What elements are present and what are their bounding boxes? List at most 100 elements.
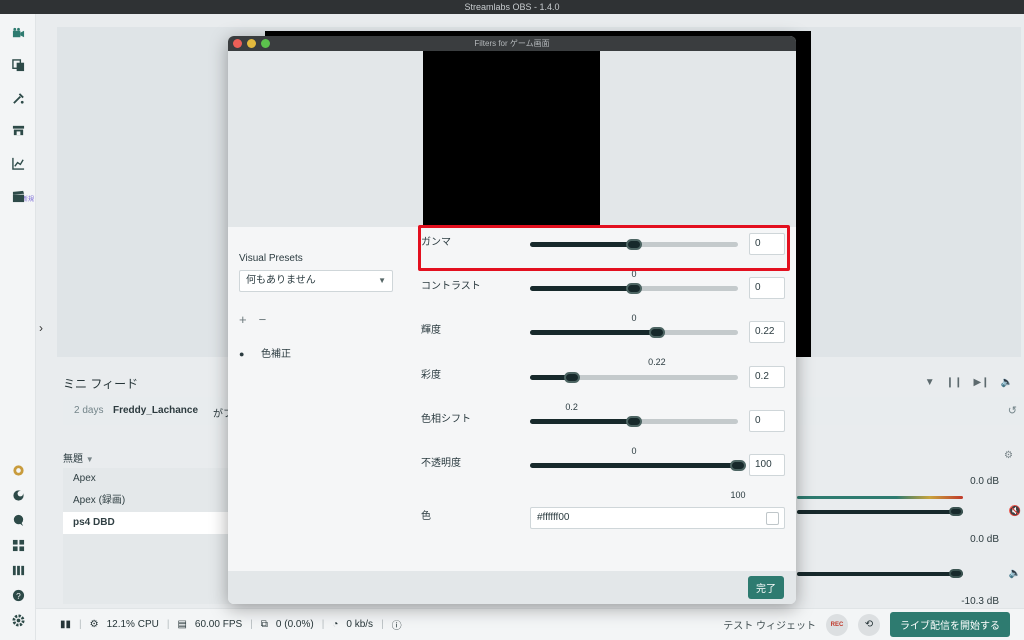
- maximize-dot-icon[interactable]: [261, 39, 270, 48]
- status-actions: テスト ウィジェット REC ⟲ ライブ配信を開始する: [723, 612, 1010, 637]
- chevron-down-icon: ▼: [378, 276, 386, 285]
- minimize-dot-icon[interactable]: [247, 39, 256, 48]
- mixer-slider[interactable]: [797, 572, 963, 576]
- scene-item[interactable]: Apex (録画): [63, 490, 233, 512]
- filter-properties: 不透明度 100 100 色相シフト 0 0 彩度 0.2 0.2 輝度 0.22 0.22 コントラス…: [418, 227, 796, 571]
- mini-feed-controls: ▼ ❙❙ ▶❙ 🔈: [925, 377, 1013, 388]
- property-value-input[interactable]: 0: [749, 410, 785, 432]
- property-slider[interactable]: 0: [530, 283, 738, 323]
- color-label: 色: [421, 511, 431, 522]
- property-label: 彩度: [421, 370, 441, 381]
- add-filter-button[interactable]: +: [239, 312, 259, 327]
- filters-dialog: Filters for ゲーム画面 Visual Presets 何もありません…: [228, 36, 796, 604]
- chevron-right-icon[interactable]: ›: [39, 321, 43, 335]
- filter-add-remove: +−: [239, 312, 278, 327]
- cpu-usage: 12.1% CPU: [106, 619, 159, 630]
- property-slider[interactable]: 0.2: [530, 372, 738, 412]
- filter-item[interactable]: ● 色補正: [239, 345, 291, 360]
- mini-feed-title: ミニ フィード: [63, 377, 139, 391]
- camera-icon[interactable]: [11, 26, 25, 40]
- fps-icon: ▤: [177, 619, 187, 630]
- property-label: コントラスト: [421, 281, 481, 292]
- property-value-input[interactable]: 100: [749, 454, 785, 476]
- filter-icon[interactable]: ▼: [925, 377, 935, 388]
- scene-item[interactable]: ps4 DBD: [63, 512, 233, 534]
- copy-icon[interactable]: [11, 58, 25, 72]
- filter-property: コントラスト 0 0: [418, 271, 796, 323]
- pause-icon[interactable]: ❙❙: [946, 377, 963, 388]
- go-live-button[interactable]: ライブ配信を開始する: [890, 612, 1010, 637]
- settings-icon[interactable]: [11, 613, 25, 627]
- slider-fill: [530, 286, 634, 291]
- slider-knob[interactable]: [563, 372, 580, 383]
- slider-fill: [530, 463, 738, 468]
- layout-icon[interactable]: [11, 538, 25, 552]
- clapper-icon[interactable]: [11, 189, 25, 203]
- info-icon[interactable]: ⓘ: [392, 617, 402, 632]
- slider-fill: [530, 419, 634, 424]
- test-widget-button[interactable]: テスト ウィジェット: [723, 617, 816, 632]
- slider-knob[interactable]: [626, 416, 642, 427]
- color-swatch[interactable]: [766, 512, 779, 525]
- filter-preview: [228, 51, 796, 227]
- slider-value-label: 100: [730, 490, 746, 500]
- property-value-input[interactable]: 0.22: [749, 321, 785, 343]
- refresh-icon[interactable]: ↺: [1008, 404, 1017, 417]
- mute-icon[interactable]: 🔇: [1009, 506, 1021, 517]
- mixer-db: -10.3 dB: [961, 596, 999, 607]
- mixer-meter: [797, 496, 963, 499]
- chart-icon[interactable]: [11, 156, 25, 170]
- filter-property: 色相シフト 0 0: [418, 404, 796, 456]
- chat-icon[interactable]: [11, 513, 25, 527]
- slider-value-label: 0: [631, 446, 637, 456]
- property-value-input[interactable]: 0: [749, 277, 785, 299]
- audio-mixer: 0.0 dB 🔇 0.0 dB 🔈 -10.3 dB: [797, 468, 1024, 608]
- slider-knob[interactable]: [730, 460, 746, 471]
- filter-list-panel: Visual Presets 何もありません ▼ +− ● 色補正: [228, 227, 418, 571]
- highlight-box: [418, 225, 790, 271]
- library-icon[interactable]: [11, 563, 25, 577]
- eye-icon[interactable]: ●: [239, 349, 249, 359]
- volume-icon[interactable]: 🔈: [1009, 568, 1021, 579]
- stats-icon[interactable]: ▮▮: [60, 619, 71, 630]
- mixer-slider-knob[interactable]: [949, 507, 963, 516]
- dropped-frames: 0 (0.0%): [275, 619, 314, 630]
- mixer-slider[interactable]: [797, 510, 963, 514]
- dialog-title: Filters for ゲーム画面: [474, 39, 550, 48]
- remove-filter-button[interactable]: −: [259, 312, 279, 327]
- property-slider[interactable]: 0.22: [530, 327, 738, 367]
- skip-icon[interactable]: ▶❙: [973, 377, 989, 388]
- dialog-footer: 完了: [228, 571, 796, 604]
- studio-icon[interactable]: [11, 463, 25, 477]
- color-input[interactable]: #ffffff00: [530, 507, 785, 529]
- close-dot-icon[interactable]: [233, 39, 242, 48]
- slider-knob[interactable]: [626, 283, 642, 294]
- help-icon[interactable]: ?: [11, 588, 25, 602]
- fps: 60.00 FPS: [194, 619, 243, 630]
- replay-icon[interactable]: ⟲: [858, 613, 880, 636]
- store-icon[interactable]: [11, 123, 25, 137]
- rec-button[interactable]: REC: [826, 613, 848, 636]
- volume-icon[interactable]: 🔈: [1001, 377, 1013, 388]
- moon-icon[interactable]: [11, 488, 25, 502]
- property-label: 不透明度: [421, 458, 461, 469]
- mixer-db: 0.0 dB: [970, 534, 999, 545]
- gear-icon[interactable]: ⚙: [1004, 450, 1013, 461]
- filter-property: 彩度 0.2 0.2: [418, 360, 796, 412]
- color-property: 色 #ffffff00: [418, 501, 796, 545]
- feed-user: Freddy_Lachance: [113, 405, 199, 416]
- property-label: 色相シフト: [421, 414, 471, 425]
- mixer-slider-knob[interactable]: [949, 569, 963, 578]
- themes-icon[interactable]: [11, 91, 25, 105]
- slider-fill: [530, 330, 657, 335]
- dialog-titlebar: Filters for ゲーム画面: [228, 36, 796, 51]
- scene-list: Apex Apex (録画) ps4 DBD: [63, 468, 233, 604]
- slider-knob[interactable]: [648, 327, 665, 338]
- scene-item[interactable]: Apex: [63, 468, 233, 490]
- property-value-input[interactable]: 0.2: [749, 366, 785, 388]
- property-slider[interactable]: 100: [530, 460, 746, 500]
- done-button[interactable]: 完了: [748, 576, 784, 599]
- scene-collection-selector[interactable]: 無題 ▼: [63, 450, 94, 465]
- property-slider[interactable]: 0: [530, 416, 738, 456]
- visual-presets-select[interactable]: 何もありません ▼: [239, 270, 393, 292]
